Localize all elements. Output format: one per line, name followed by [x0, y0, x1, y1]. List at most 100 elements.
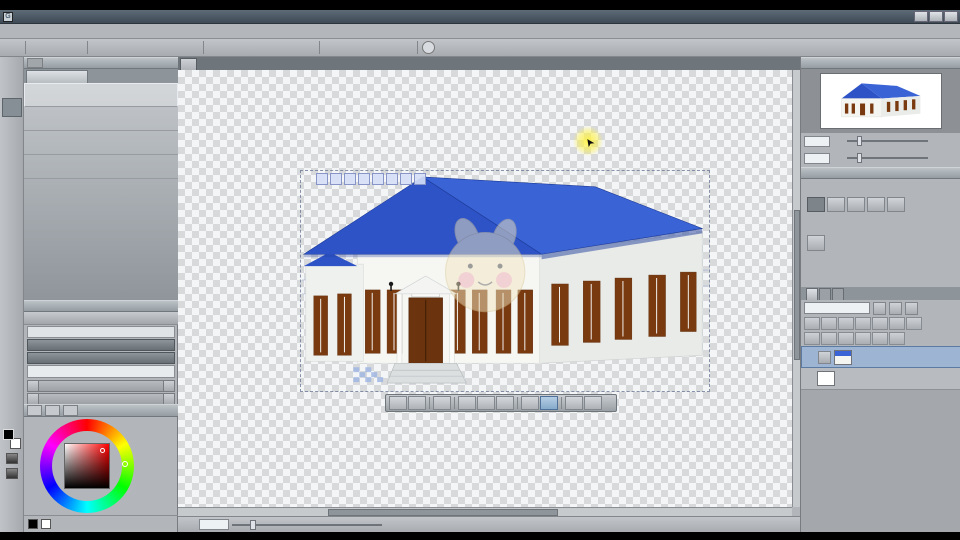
grid-toggle-icon[interactable]	[521, 396, 539, 410]
transform-icon[interactable]	[226, 40, 243, 55]
minimize-button[interactable]	[914, 11, 928, 22]
clip-at-layer-icon[interactable]	[873, 301, 886, 315]
zoom-slider[interactable]	[232, 519, 382, 530]
color-set-tab[interactable]	[63, 405, 78, 416]
clear-layer-icon[interactable]	[872, 332, 888, 345]
object-selection-box[interactable]	[300, 170, 710, 392]
zoom-in-icon[interactable]	[402, 519, 416, 531]
settings-gizmo-icon[interactable]	[414, 173, 426, 185]
text-tool-icon[interactable]	[2, 364, 22, 383]
foreground-color-swatch[interactable]	[2, 429, 14, 440]
subtool-item-object[interactable]	[24, 83, 178, 107]
two-pane-icon[interactable]	[906, 317, 922, 330]
zoom-tool-icon[interactable]	[2, 60, 22, 79]
fill-settings-icon[interactable]	[889, 301, 902, 315]
select-layer-tool-icon[interactable]	[2, 117, 22, 136]
pencil-tool-icon[interactable]	[2, 174, 22, 193]
subtool-item-select-layer[interactable]	[24, 107, 178, 131]
vertical-scrollbar[interactable]	[792, 70, 800, 507]
navigator-rotation-value[interactable]	[804, 152, 830, 164]
gradient-tool-icon[interactable]	[2, 307, 22, 326]
letter-a-icon[interactable]	[378, 40, 395, 55]
set-as-draft-icon[interactable]	[889, 317, 905, 330]
next-camera-icon[interactable]	[408, 396, 426, 410]
deselect-icon[interactable]	[262, 40, 279, 55]
figure-tool-icon[interactable]	[2, 326, 22, 345]
zoom-out-icon[interactable]	[385, 519, 399, 531]
material-gizmo-icon[interactable]	[386, 173, 398, 185]
sub-color-chip[interactable]	[41, 519, 51, 529]
menu-file[interactable]	[4, 24, 18, 39]
horizontal-scroll-thumb[interactable]	[328, 509, 558, 516]
move-camera-icon[interactable]	[458, 396, 476, 410]
pen-tool-icon[interactable]	[2, 155, 22, 174]
redo-icon[interactable]	[110, 40, 127, 55]
select-rect-icon[interactable]	[244, 40, 261, 55]
layer-row-mansion[interactable]	[801, 346, 960, 368]
selectable-object-button[interactable]	[27, 352, 175, 364]
rotate-camera-icon[interactable]	[477, 396, 495, 410]
snap-gizmo-icon[interactable]	[358, 173, 370, 185]
menu-select[interactable]	[74, 24, 88, 39]
mansion-3d-model[interactable]	[301, 171, 709, 391]
viewer-settings-icon[interactable]	[584, 396, 602, 410]
menu-filter[interactable]	[102, 24, 116, 39]
border-ring-effect-icon[interactable]	[827, 197, 845, 212]
new-layer-icon[interactable]	[804, 332, 820, 345]
layer-color-effect-icon[interactable]	[867, 197, 885, 212]
rotate-gizmo-icon[interactable]	[316, 173, 328, 185]
scale-stepper-track[interactable]	[39, 380, 163, 392]
blend-tool-icon[interactable]	[2, 269, 22, 288]
navigator-preview-area[interactable]	[801, 69, 960, 133]
color-set-icon[interactable]	[5, 468, 18, 479]
delete-icon[interactable]	[182, 40, 199, 55]
move-gizmo-icon[interactable]	[330, 173, 342, 185]
subtool-item-edit-timeline[interactable]	[24, 155, 178, 179]
tone-settings-icon[interactable]	[905, 301, 918, 315]
navigator-canvas-thumbnail[interactable]	[820, 73, 942, 129]
snap-icon[interactable]	[342, 40, 359, 55]
navigator-rotate-slider[interactable]	[847, 153, 928, 163]
help-icon[interactable]	[422, 41, 435, 54]
tab-history[interactable]	[819, 288, 831, 300]
panel-dock-tab[interactable]	[27, 58, 43, 68]
pose-gizmo-icon[interactable]	[400, 173, 412, 185]
balloon-tool-icon[interactable]	[2, 383, 22, 402]
zoom-value[interactable]	[199, 519, 229, 530]
tab-layer[interactable]	[806, 288, 818, 300]
step-right-icon[interactable]	[163, 380, 175, 392]
close-button[interactable]	[944, 11, 958, 22]
color-wheel-tab[interactable]	[27, 405, 42, 416]
maximize-button[interactable]	[929, 11, 943, 22]
csp-logo-icon[interactable]	[4, 40, 21, 55]
copy-icon[interactable]	[146, 40, 163, 55]
mask-icon[interactable]	[838, 317, 854, 330]
cut-icon[interactable]	[128, 40, 145, 55]
fill-icon[interactable]	[208, 40, 225, 55]
navigator-zoom-slider[interactable]	[847, 136, 928, 146]
zoom-out-icon[interactable]	[832, 136, 845, 147]
new-file-icon[interactable]	[30, 40, 47, 55]
airbrush-tool-icon[interactable]	[2, 212, 22, 231]
menu-layer[interactable]	[60, 24, 74, 39]
blend-mode-dropdown[interactable]	[804, 302, 870, 314]
open-file-icon[interactable]	[48, 40, 65, 55]
zoom-status-icon[interactable]	[182, 519, 196, 531]
menu-help[interactable]	[130, 24, 144, 39]
save-file-icon[interactable]	[66, 40, 83, 55]
pan-gizmo-icon[interactable]	[372, 173, 384, 185]
menu-edit[interactable]	[18, 24, 32, 39]
menu-window[interactable]	[116, 24, 130, 39]
step-left-icon[interactable]	[27, 380, 39, 392]
stop-icon[interactable]	[433, 396, 451, 410]
fit-screen-icon[interactable]	[419, 519, 433, 531]
paste-icon[interactable]	[164, 40, 181, 55]
brush-tool-icon[interactable]	[2, 193, 22, 212]
fill-tool-icon[interactable]	[2, 288, 22, 307]
tone-effect-icon[interactable]	[847, 197, 865, 212]
prev-camera-icon[interactable]	[389, 396, 407, 410]
transparent-part-button[interactable]	[27, 339, 175, 351]
delete-layer-icon[interactable]	[889, 332, 905, 345]
operation-tool-icon[interactable]	[1, 98, 22, 117]
flip-horizontal-icon[interactable]	[945, 153, 958, 164]
